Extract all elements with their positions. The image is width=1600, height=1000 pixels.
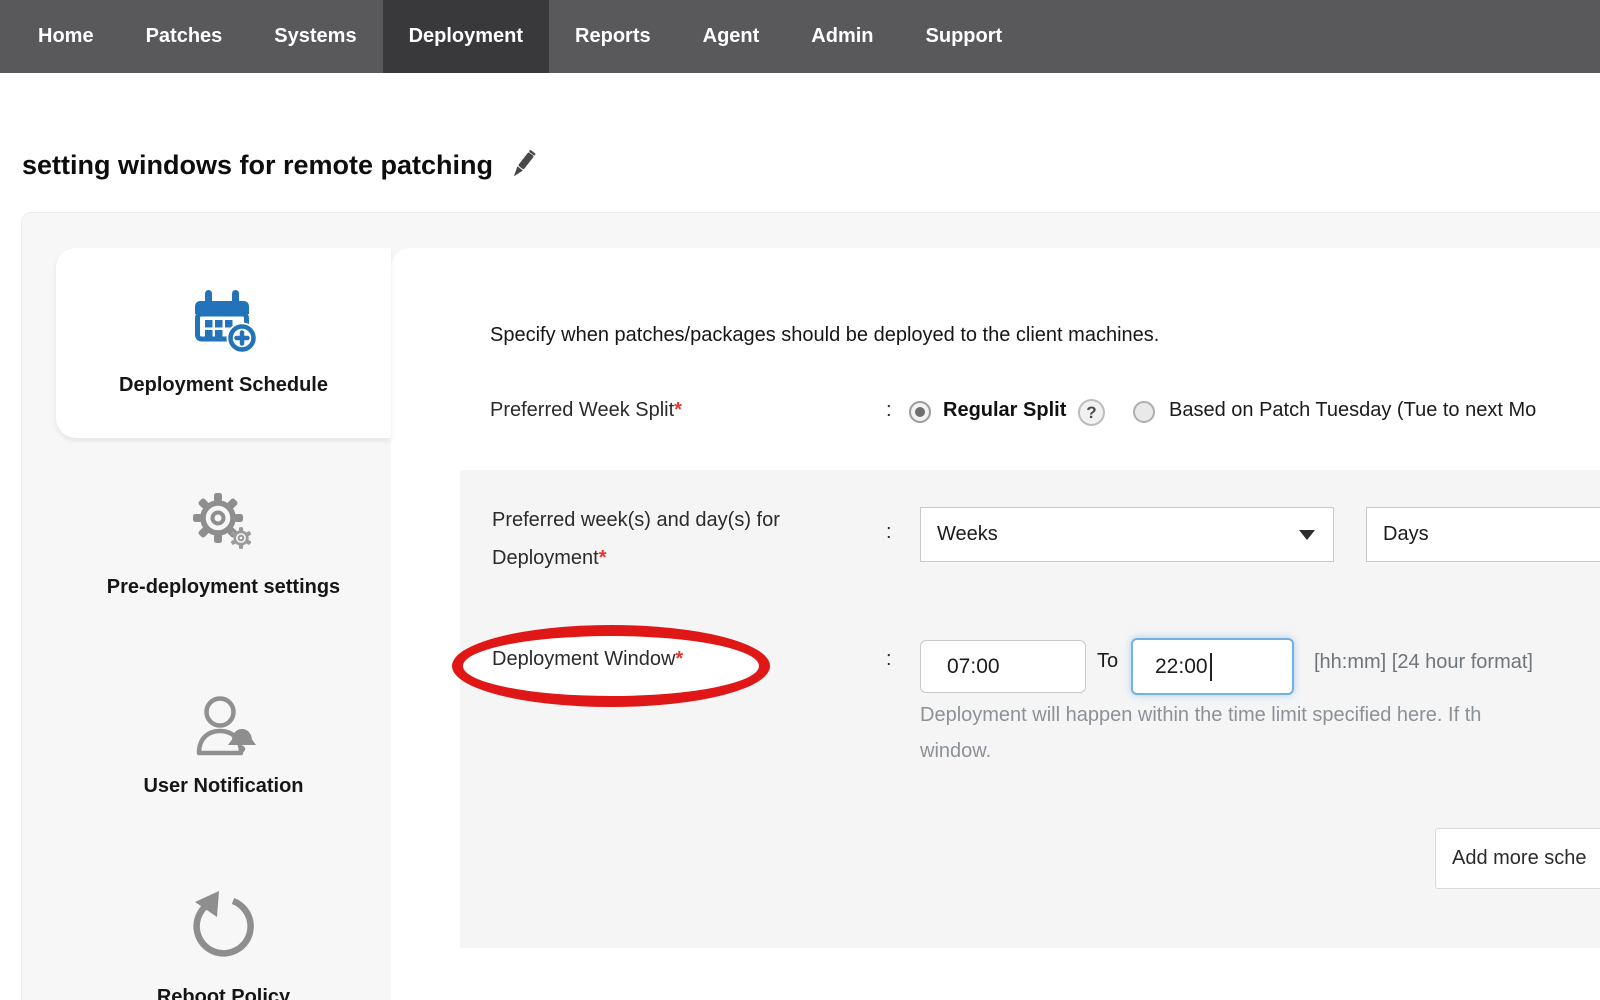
weeks-days-label-line1: Preferred week(s) and day(s) for bbox=[492, 509, 780, 532]
sidebar-tab-label-user-notification: User Notification bbox=[143, 775, 303, 797]
window-start-time-value: 07:00 bbox=[947, 655, 1000, 679]
weeks-days-label-line2-text: Deployment bbox=[492, 547, 599, 569]
colon-3: : bbox=[886, 648, 892, 671]
gears-icon bbox=[188, 490, 260, 567]
sidebar-tab-label-reboot-policy: Reboot Policy bbox=[157, 986, 290, 1000]
patch-tuesday-label[interactable]: Based on Patch Tuesday (Tue to next Mo bbox=[1169, 399, 1536, 422]
chevron-down-icon bbox=[1299, 530, 1315, 540]
nav-item-support[interactable]: Support bbox=[900, 0, 1029, 73]
sidebar-tab-reboot-policy[interactable] bbox=[56, 886, 391, 1000]
patch-tuesday-radio[interactable] bbox=[1133, 401, 1155, 423]
colon-1: : bbox=[886, 399, 892, 422]
deployment-schedule-icon-wrap bbox=[56, 290, 391, 357]
required-asterisk: * bbox=[599, 547, 607, 569]
preferred-week-split-label-text: Preferred Week Split bbox=[490, 399, 674, 421]
time-format-hint: [hh:mm] [24 hour format] bbox=[1314, 651, 1533, 674]
window-end-time-input[interactable]: 22:00 bbox=[1131, 638, 1294, 695]
nav-item-systems[interactable]: Systems bbox=[248, 0, 382, 73]
sidebar-label-wrap-2: Pre-deployment settings bbox=[56, 576, 391, 599]
weeks-select[interactable]: Weeks bbox=[920, 507, 1334, 562]
window-start-time-input[interactable]: 07:00 bbox=[920, 640, 1086, 693]
required-asterisk: * bbox=[675, 648, 683, 670]
sidebar-tab-label-pre-deployment-settings: Pre-deployment settings bbox=[107, 576, 340, 598]
window-help-line2: window. bbox=[920, 740, 991, 763]
calendar-plus-icon bbox=[190, 290, 258, 357]
to-label: To bbox=[1097, 650, 1118, 673]
reboot-icon bbox=[185, 886, 263, 973]
window-help-line1: Deployment will happen within the time l… bbox=[920, 704, 1481, 727]
text-caret bbox=[1210, 653, 1212, 681]
nav-item-agent[interactable]: Agent bbox=[677, 0, 786, 73]
sidebar-tab-label-deployment-schedule: Deployment Schedule bbox=[119, 374, 328, 396]
sidebar-label-wrap-1: Deployment Schedule bbox=[56, 374, 391, 397]
nav-item-reports[interactable]: Reports bbox=[549, 0, 677, 73]
nav-item-deployment[interactable]: Deployment bbox=[383, 0, 549, 73]
weeks-select-value: Weeks bbox=[937, 523, 998, 546]
colon-2: : bbox=[886, 521, 892, 544]
nav-item-home[interactable]: Home bbox=[12, 0, 120, 73]
required-asterisk: * bbox=[674, 399, 682, 421]
deployment-window-label: Deployment Window* bbox=[492, 648, 683, 671]
sidebar-label-wrap-3: User Notification bbox=[56, 775, 391, 798]
edit-title-button[interactable] bbox=[506, 148, 538, 184]
nav-item-patches[interactable]: Patches bbox=[120, 0, 249, 73]
days-select[interactable]: Days bbox=[1366, 507, 1600, 562]
regular-split-label[interactable]: Regular Split bbox=[943, 399, 1066, 422]
window-end-time-value: 22:00 bbox=[1155, 655, 1208, 679]
pencil-icon bbox=[506, 148, 538, 184]
weeks-days-label-line2: Deployment* bbox=[492, 547, 607, 570]
top-nav: Home Patches Systems Deployment Reports … bbox=[0, 0, 1600, 73]
days-select-value: Days bbox=[1383, 523, 1429, 546]
intro-text: Specify when patches/packages should be … bbox=[490, 324, 1159, 347]
preferred-week-split-label: Preferred Week Split* bbox=[490, 399, 682, 422]
help-icon[interactable]: ? bbox=[1078, 399, 1105, 426]
deployment-window-label-text: Deployment Window bbox=[492, 648, 675, 670]
nav-item-admin[interactable]: Admin bbox=[785, 0, 899, 73]
sidebar-label-wrap-4: Reboot Policy bbox=[56, 986, 391, 1000]
page-title: setting windows for remote patching bbox=[22, 150, 493, 181]
screen: Home Patches Systems Deployment Reports … bbox=[0, 0, 1600, 1000]
user-bell-icon bbox=[188, 695, 260, 766]
regular-split-radio[interactable] bbox=[909, 401, 931, 423]
add-more-schedules-button[interactable]: Add more sche bbox=[1435, 828, 1600, 889]
